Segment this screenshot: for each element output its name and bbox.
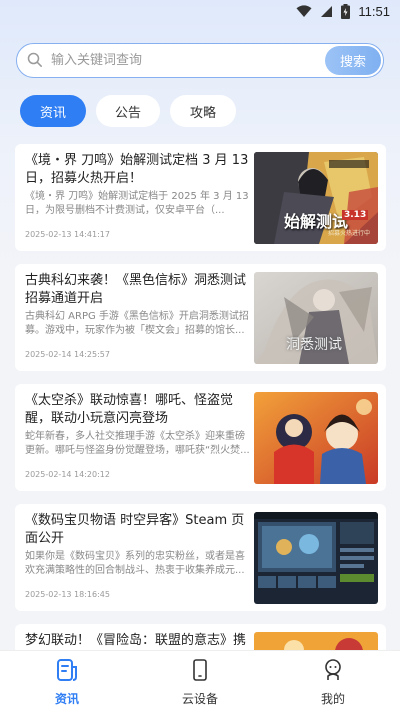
article-title: 《境・界 刀鸣》始解测试定档 3 月 13 日，招募火热开启！: [25, 153, 249, 186]
nav-label: 云设备: [181, 692, 218, 706]
nav-label: 我的: [320, 692, 345, 706]
article-thumbnail: 洞悉测试: [254, 272, 378, 364]
article-title: 《太空杀》联动惊喜！哪吒、怪盗觉醒，联动小玩意闪亮登场: [25, 393, 234, 426]
article-thumbnail: 始解测试 3.13 招募火热进行中: [254, 152, 378, 244]
profile-icon: [325, 659, 341, 680]
article-date: 2025-02-14 14:20:12: [25, 470, 110, 479]
nav-label: 资讯: [54, 692, 79, 706]
tab-guides[interactable]: 攻略: [170, 95, 236, 127]
search-icon: [27, 52, 42, 67]
battery-icon: [341, 4, 351, 19]
article-card[interactable]: 《境・界 刀鸣》始解测试定档 3 月 13 日，招募火热开启！ 《境・界 刀鸣》…: [15, 144, 386, 251]
wifi-icon: [296, 5, 312, 17]
signal-icon: [321, 6, 333, 17]
article-summary: 古典科幻 ARPG 手游《黑色信标》开启洞悉测试招募。游戏中，玩家作为被「楔文会…: [25, 311, 249, 336]
article-card[interactable]: 古典科幻来袭！《黑色信标》洞悉测试招募通道开启 古典科幻 ARPG 手游《黑色信…: [15, 264, 386, 371]
nav-profile[interactable]: 我的: [293, 651, 373, 712]
search-bar: 搜索: [16, 43, 384, 78]
article-summary: 《境・界 刀鸣》始解测试定档于 2025 年 3 月 13 日，为限号删档不计费…: [25, 191, 249, 216]
tab-announcements[interactable]: 公告: [96, 95, 160, 127]
nav-cloud-device[interactable]: 云设备: [160, 651, 240, 712]
article-date: 2025-02-14 14:25:57: [25, 350, 110, 359]
search-input[interactable]: [51, 44, 301, 76]
article-date: 2025-02-13 18:16:45: [25, 590, 110, 599]
thumbnail-subtitle: 招募火热进行中: [328, 230, 371, 237]
bottom-navigation: 资讯 云设备 我的: [0, 650, 400, 712]
tab-news[interactable]: 资讯: [20, 95, 86, 127]
nav-news[interactable]: 资讯: [27, 651, 107, 712]
search-button[interactable]: 搜索: [325, 46, 381, 75]
article-date: 2025-02-13 14:41:17: [25, 230, 110, 239]
article-card[interactable]: 《太空杀》联动惊喜！哪吒、怪盗觉醒，联动小玩意闪亮登场 蛇年新春，多人社交推理手…: [15, 384, 386, 491]
thumbnail-title: 洞悉测试: [286, 337, 342, 353]
status-time: 11:51: [358, 4, 390, 19]
article-summary: 如果你是《数码宝贝》系列的忠实粉丝，或者是喜欢充满策略性的回合制战斗、热衷于收集…: [25, 551, 245, 576]
article-title: 《数码宝贝物语 时空异客》Steam 页面公开: [25, 513, 245, 546]
article-summary: 蛇年新春，多人社交推理手游《太空杀》迎来重磅更新。哪吒与怪盗身份觉醒登场，哪吒获…: [25, 431, 250, 456]
article-thumbnail: [254, 512, 378, 604]
phone-device-icon: [193, 659, 207, 681]
status-icons: 11:51: [296, 4, 390, 19]
news-icon: [57, 659, 77, 681]
status-bar: 11:51: [0, 0, 400, 24]
article-card[interactable]: 《数码宝贝物语 时空异客》Steam 页面公开 如果你是《数码宝贝》系列的忠实粉…: [15, 504, 386, 611]
article-thumbnail: [254, 392, 378, 484]
thumbnail-date-badge: 3.13: [342, 210, 369, 220]
article-title: 古典科幻来袭！《黑色信标》洞悉测试招募通道开启: [25, 273, 247, 306]
